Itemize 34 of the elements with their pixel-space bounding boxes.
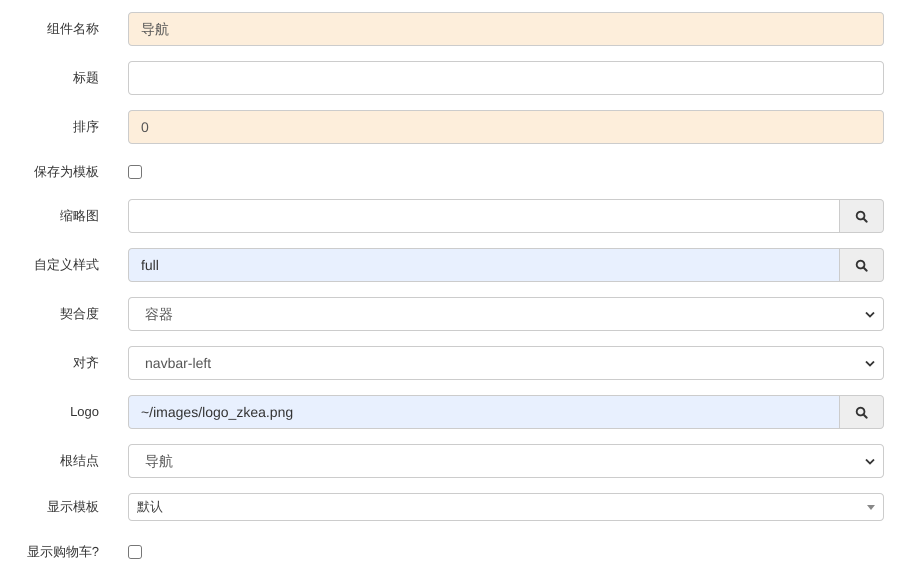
chevron-down-icon xyxy=(865,360,875,366)
field-label: 排序 xyxy=(73,118,99,136)
field-label: 标题 xyxy=(73,69,99,88)
field-label: 缩略图 xyxy=(60,207,99,226)
dropdown-arrow-icon xyxy=(867,504,875,510)
checkbox[interactable] xyxy=(128,544,142,558)
select-field[interactable]: navbar-left xyxy=(128,346,884,380)
field-label: 保存为模板 xyxy=(34,162,99,181)
select-field[interactable]: 容器 xyxy=(128,297,884,331)
dropdown-field[interactable]: 默认 xyxy=(128,493,884,521)
field-label: 对齐 xyxy=(73,354,99,372)
search-icon xyxy=(855,258,868,272)
text-field[interactable] xyxy=(128,199,840,233)
search-icon xyxy=(855,210,868,222)
field-label: 契合度 xyxy=(60,305,99,324)
text-field[interactable] xyxy=(128,61,884,95)
search-button[interactable] xyxy=(840,395,884,429)
chevron-down-icon xyxy=(865,458,875,464)
text-field[interactable]: ~/images/logo_zkea.png xyxy=(128,395,840,429)
field-label: Logo xyxy=(70,403,99,422)
search-button[interactable] xyxy=(840,248,884,282)
text-field[interactable]: full xyxy=(128,248,840,282)
select-field[interactable]: 导航 xyxy=(128,444,884,478)
field-label: 显示模板 xyxy=(47,498,99,516)
field-label: 自定义样式 xyxy=(34,256,99,274)
field-label: 显示购物车? xyxy=(26,542,99,561)
search-icon xyxy=(855,406,868,418)
checkbox[interactable] xyxy=(128,164,142,178)
search-button[interactable] xyxy=(840,199,884,233)
field-label: 根结点 xyxy=(60,452,99,470)
text-field[interactable]: 导航 xyxy=(128,12,884,46)
chevron-down-icon xyxy=(865,310,875,318)
field-label: 组件名称 xyxy=(47,20,99,38)
text-field[interactable]: 0 xyxy=(128,110,884,144)
